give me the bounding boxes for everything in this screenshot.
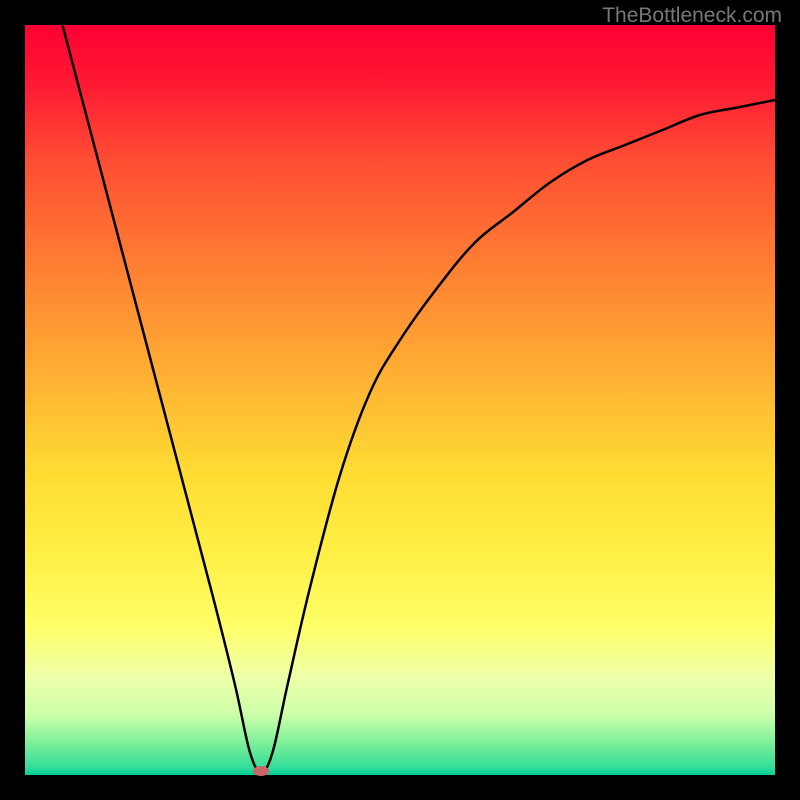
bottleneck-curve (25, 25, 775, 775)
watermark-text: TheBottleneck.com (602, 4, 782, 28)
curve-line (63, 25, 776, 771)
chart-container: TheBottleneck.com (0, 0, 800, 800)
plot-area (25, 25, 775, 775)
optimal-point-marker (253, 766, 269, 776)
